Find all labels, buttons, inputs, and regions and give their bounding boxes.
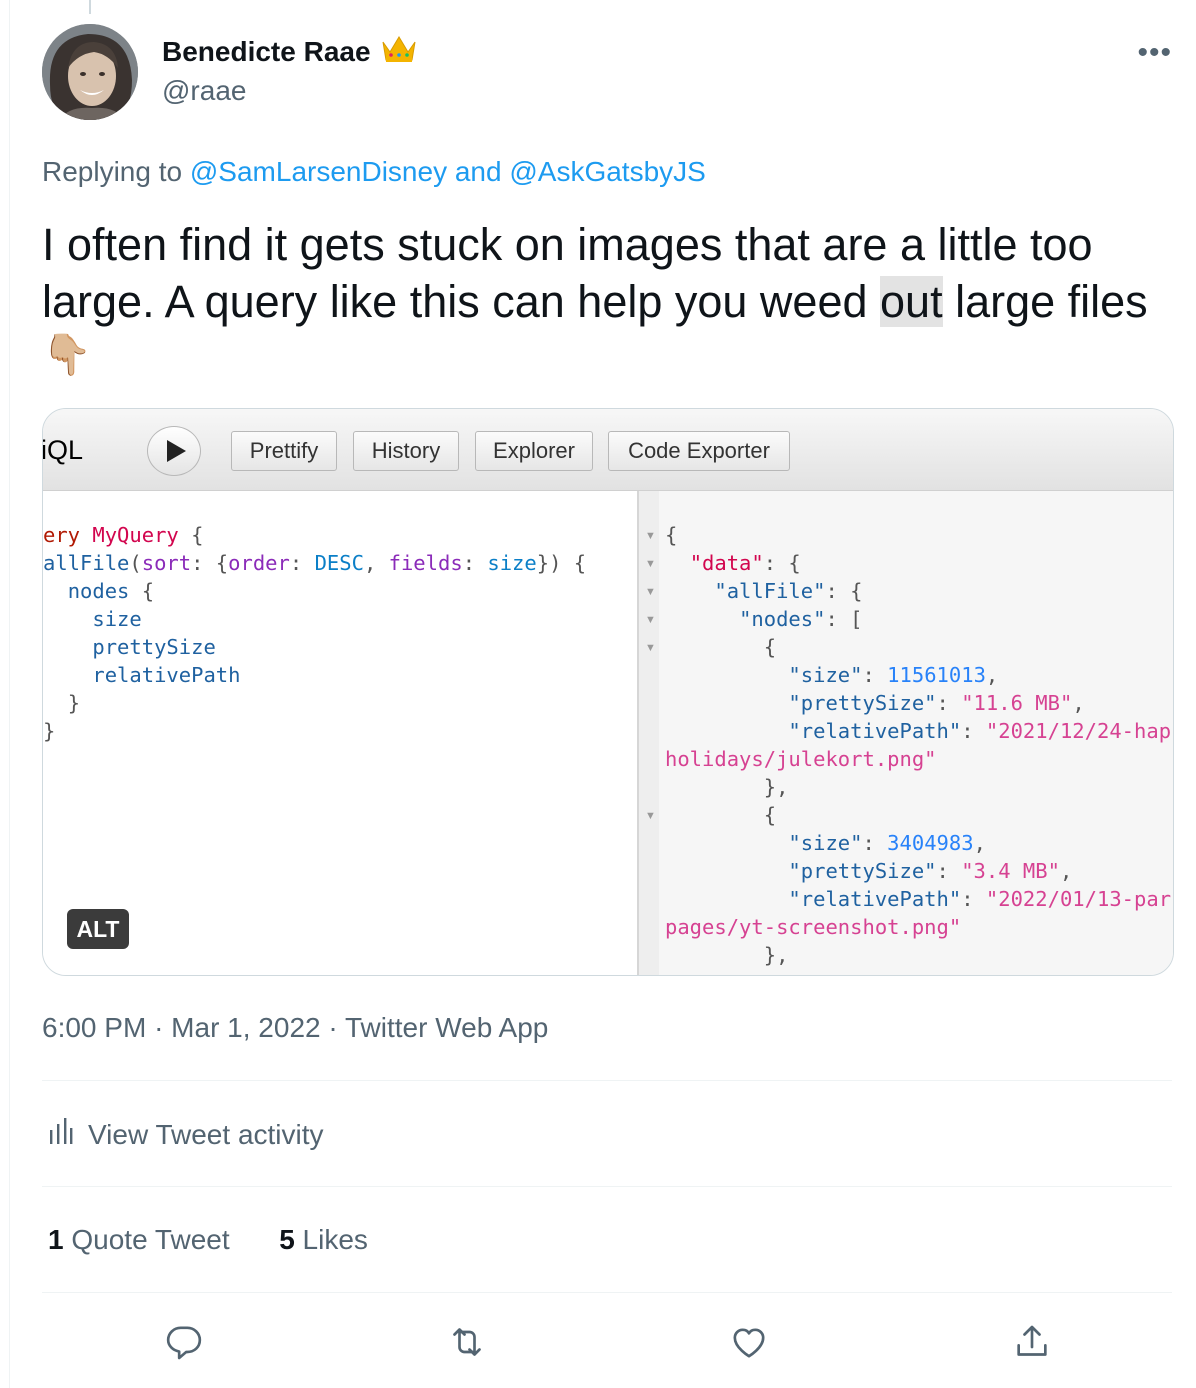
author-row[interactable]: Benedicte Raae (162, 34, 417, 69)
tweet-text-part: large. A query like this can help you we… (42, 276, 881, 327)
code-token: ery (43, 523, 81, 547)
likes-label: Likes (302, 1224, 368, 1255)
json-value: "11.6 MB" (961, 691, 1073, 715)
meta-separator: · (328, 1012, 338, 1043)
thread-connector (89, 0, 91, 14)
fold-arrow-icon: ▼ (645, 642, 656, 654)
avatar-photo (42, 24, 138, 120)
like-button[interactable] (725, 1318, 773, 1366)
json-value: "2021/12/24-hap (985, 719, 1172, 743)
code-token: order (228, 551, 290, 575)
pointing-down-emoji: 👇🏼 (42, 333, 92, 377)
code-token: allFile (43, 551, 130, 575)
tweet-meta: 6:00 PM · Mar 1, 2022 · Twitter Web App (42, 1012, 548, 1044)
code-token: size (92, 607, 142, 631)
graphiql-title: iQL (42, 435, 84, 465)
media-image[interactable]: iQL Prettify History Explorer Code Expor… (42, 408, 1174, 976)
result-code: { "data": { "allFile": { "nodes": [ { "s… (665, 523, 1172, 967)
fold-arrow-icon: ▼ (645, 810, 656, 822)
crown-icon (381, 34, 417, 69)
history-button: History (353, 431, 459, 471)
reply-button[interactable] (160, 1318, 208, 1366)
json-key: "relativePath" (788, 719, 962, 743)
replying-to-joiner[interactable]: and (455, 156, 502, 187)
reply-icon (166, 1326, 202, 1360)
more-options-icon[interactable]: ••• (1137, 36, 1172, 70)
view-tweet-activity-link[interactable]: View Tweet activity (48, 1116, 324, 1153)
code-token: prettySize (92, 635, 216, 659)
tweet-text: I often find it gets stuck on images tha… (42, 216, 1182, 380)
code-token: DESC (314, 551, 364, 575)
json-value: 11561013 (887, 663, 986, 687)
replying-to-label: Replying to (42, 156, 183, 187)
alt-text-badge[interactable]: ALT (67, 909, 129, 949)
tweet-time[interactable]: 6:00 PM (42, 1012, 146, 1043)
tweet-text-part: large files (942, 276, 1148, 327)
run-query-button (147, 426, 201, 476)
share-icon (1017, 1325, 1047, 1356)
graphiql-toolbar: iQL Prettify History Explorer Code Expor… (43, 409, 1173, 491)
quote-label: Quote Tweet (71, 1224, 230, 1255)
quote-tweets-link[interactable]: 1 Quote Tweet (48, 1224, 230, 1255)
code-token: fields (388, 551, 463, 575)
explorer-button: Explorer (475, 431, 593, 471)
fold-arrow-icon: ▼ (645, 586, 656, 598)
view-tweet-activity-label: View Tweet activity (88, 1118, 324, 1150)
divider (42, 1292, 1172, 1293)
json-value: 3404983 (887, 831, 974, 855)
json-value: pages/yt-screenshot.png" (665, 915, 962, 939)
json-value: holidays/julekort.png" (665, 747, 937, 771)
code-token: MyQuery (92, 523, 179, 547)
json-key: "relativePath" (788, 887, 962, 911)
share-button[interactable] (1008, 1318, 1056, 1366)
mention-askgatsbyjs[interactable]: @AskGatsbyJS (509, 156, 705, 187)
json-key: "prettySize" (788, 859, 937, 883)
code-exporter-button: Code Exporter (608, 431, 790, 471)
mention-samlarsendisney[interactable]: @SamLarsenDisney (190, 156, 447, 187)
play-icon (167, 440, 186, 462)
retweet-button[interactable] (443, 1318, 491, 1366)
fold-arrow-icon: ▼ (645, 614, 656, 626)
json-key: "nodes" (739, 607, 826, 631)
divider (42, 1080, 1172, 1081)
json-key: "data" (689, 551, 764, 575)
engagement-stats: 1 Quote Tweet 5 Likes (48, 1224, 368, 1256)
heart-icon (733, 1328, 765, 1358)
query-code: ery MyQuery { allFile(sort: {order: DESC… (43, 523, 587, 743)
like-count: 5 (279, 1224, 295, 1255)
author-handle[interactable]: @raae (162, 75, 246, 107)
fold-arrow-icon: ▼ (645, 558, 656, 570)
highlighted-word: out (880, 276, 943, 327)
tweet-date[interactable]: Mar 1, 2022 (171, 1012, 320, 1043)
json-value: "2022/01/13-par (985, 887, 1172, 911)
code-token: { (191, 523, 204, 547)
author-name[interactable]: Benedicte Raae (162, 36, 371, 68)
thread-border (9, 0, 10, 1388)
divider (42, 1186, 1172, 1187)
code-token: sort (141, 551, 192, 575)
json-key: "allFile" (714, 579, 826, 603)
quote-count: 1 (48, 1224, 64, 1255)
fold-arrow-icon: ▼ (645, 530, 656, 542)
tweet-source[interactable]: Twitter Web App (345, 1012, 548, 1043)
code-token: nodes (67, 579, 130, 603)
avatar[interactable] (42, 24, 138, 120)
tweet-line-1: I often find it gets stuck on images tha… (42, 219, 1093, 270)
json-value: "3.4 MB" (961, 859, 1060, 883)
tweet-line-2: large. A query like this can help you we… (42, 273, 1182, 330)
retweet-icon (453, 1328, 481, 1356)
json-key: "size" (788, 663, 863, 687)
code-token: size (487, 551, 537, 575)
meta-separator: · (154, 1012, 164, 1043)
analytics-icon (48, 1116, 74, 1153)
code-token: relativePath (92, 663, 241, 687)
likes-link[interactable]: 5 Likes (279, 1224, 368, 1255)
replying-to: Replying to @SamLarsenDisney and @AskGat… (42, 156, 706, 188)
prettify-button: Prettify (231, 431, 337, 471)
json-key: "prettySize" (788, 691, 937, 715)
json-key: "size" (788, 831, 863, 855)
